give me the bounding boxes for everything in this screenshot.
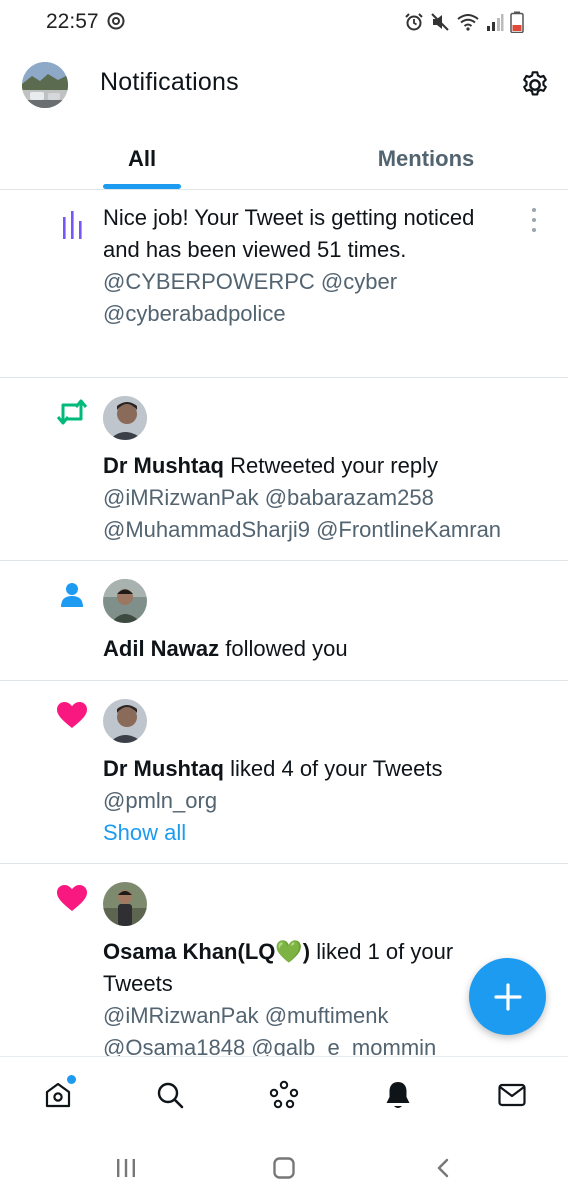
mentions-line[interactable]: @MuhammadSharji9 @FrontlineKamran [103, 514, 548, 546]
retweet-icon [52, 392, 92, 432]
more-options-icon[interactable] [528, 208, 540, 232]
user-avatar[interactable] [103, 882, 147, 926]
nav-search[interactable] [148, 1073, 192, 1117]
mute-icon [431, 13, 449, 31]
system-navigation-bar [0, 1136, 568, 1200]
bottom-navigation [0, 1056, 568, 1136]
nav-spaces[interactable] [262, 1073, 306, 1117]
profile-avatar[interactable] [22, 62, 68, 108]
notification-action: liked 4 of your Tweets [224, 756, 443, 781]
mail-icon [498, 1083, 526, 1107]
actor-name-text: Osama Khan(LQ [103, 939, 276, 964]
active-tab-indicator [103, 184, 181, 189]
status-bar: 22:57 [0, 0, 568, 44]
battery-icon [510, 11, 524, 33]
mentions-line[interactable]: @iMRizwanPak @babarazam258 [103, 482, 548, 514]
notification-action: liked 1 of your [310, 939, 454, 964]
plus-icon [493, 982, 522, 1011]
analytics-bars-icon [52, 204, 92, 244]
alarm-icon [405, 13, 423, 31]
user-avatar[interactable] [103, 699, 147, 743]
tab-mentions-label: Mentions [377, 145, 475, 171]
user-avatar[interactable] [103, 396, 147, 440]
heart-icon [52, 878, 92, 918]
notification-text: Dr Mushtaq Retweeted your reply [103, 450, 548, 482]
green-heart-emoji: 💚 [275, 939, 303, 964]
app-header: Notifications [0, 56, 568, 116]
sync-icon [107, 12, 125, 30]
nav-home[interactable] [36, 1073, 80, 1117]
gear-icon [523, 71, 547, 96]
person-icon [52, 575, 92, 615]
actor-name[interactable]: Dr Mushtaq [103, 756, 224, 781]
notification-tabs: All Mentions [0, 128, 568, 190]
tab-all[interactable]: All [0, 128, 284, 189]
spaces-icon [269, 1080, 299, 1109]
nav-messages[interactable] [490, 1073, 534, 1117]
notification-item[interactable]: Adil Nawaz followed you [0, 561, 568, 681]
notifications-list: Nice job! Your Tweet is getting noticed … [0, 190, 568, 1056]
status-time: 22:57 [46, 10, 99, 33]
heart-icon [52, 695, 92, 735]
tab-mentions[interactable]: Mentions [284, 128, 568, 189]
actor-name[interactable]: Osama Khan(LQ💚) [103, 939, 310, 964]
notification-item[interactable]: Nice job! Your Tweet is getting noticed … [0, 190, 568, 378]
nav-notifications[interactable] [376, 1073, 420, 1117]
notification-item[interactable]: Osama Khan(LQ💚) liked 1 of your Tweets @… [0, 864, 568, 1056]
home-square-icon [273, 1157, 295, 1179]
home-system-button[interactable] [264, 1152, 304, 1184]
notification-text: Nice job! Your Tweet is getting noticed … [103, 205, 475, 262]
bell-icon [386, 1082, 410, 1108]
compose-tweet-button[interactable] [469, 958, 546, 1035]
show-all-link[interactable]: Show all [103, 817, 548, 849]
notification-item[interactable]: Dr Mushtaq Retweeted your reply @iMRizwa… [0, 378, 568, 561]
back-chevron-icon [437, 1158, 449, 1178]
settings-button[interactable] [516, 66, 554, 104]
mentions-line[interactable]: @cyberabadpolice [103, 298, 548, 330]
wifi-icon [457, 14, 479, 31]
back-button[interactable] [424, 1152, 464, 1184]
notification-action: followed you [219, 636, 348, 661]
avatar-image [22, 62, 68, 108]
tab-all-label: All [127, 145, 157, 171]
actor-name[interactable]: Adil Nawaz [103, 636, 219, 661]
notification-action: Retweeted your reply [224, 453, 438, 478]
home-badge-dot [67, 1075, 76, 1084]
user-avatar[interactable] [103, 579, 147, 623]
mentions-line[interactable]: @Osama1848 @qalb_e_mommin [103, 1032, 548, 1056]
search-icon [157, 1082, 184, 1109]
mentions-line[interactable]: @CYBERPOWERPC @cyber [103, 266, 548, 298]
status-icons [404, 10, 524, 34]
notification-text: Adil Nawaz followed you [103, 633, 548, 665]
recent-apps-button[interactable] [106, 1152, 146, 1184]
notification-text: Dr Mushtaq liked 4 of your Tweets [103, 753, 548, 785]
notification-item[interactable]: Dr Mushtaq liked 4 of your Tweets @pmln_… [0, 681, 568, 864]
mentions-line[interactable]: @pmln_org [103, 785, 548, 817]
home-icon [45, 1082, 71, 1108]
signal-icon [487, 14, 504, 31]
actor-name[interactable]: Dr Mushtaq [103, 453, 224, 478]
notification-text: Osama Khan(LQ💚) liked 1 of your [103, 936, 548, 968]
actor-name-close: ) [302, 939, 311, 964]
recents-icon [117, 1159, 135, 1177]
page-title: Notifications [100, 68, 239, 96]
